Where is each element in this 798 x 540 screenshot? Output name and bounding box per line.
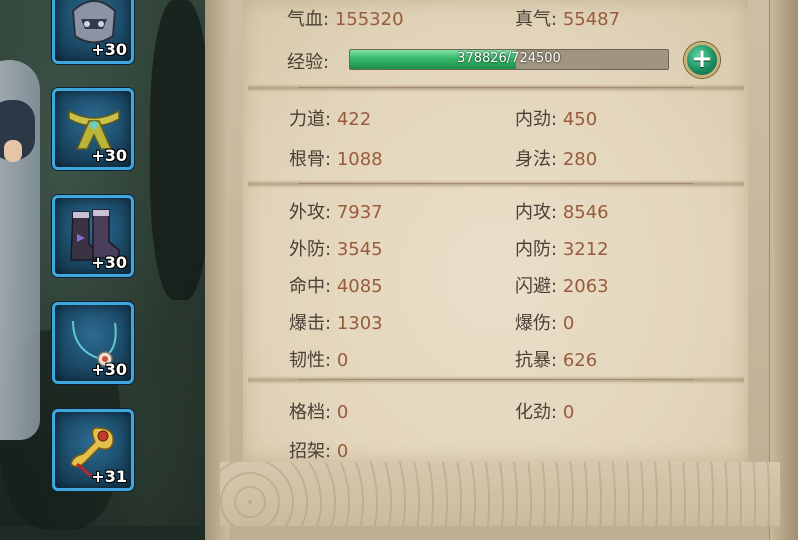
character-hand [4, 140, 22, 162]
tree-silhouette [150, 0, 210, 300]
enhance-level: +30 [91, 146, 127, 165]
equip-slot-helmet[interactable]: +30 [52, 0, 134, 64]
stat-int-attack: 内攻: 8546 [515, 202, 609, 223]
stat-hit: 命中: 4085 [289, 276, 383, 297]
exp-label: 经验: [287, 52, 330, 73]
stat-crit-resist: 抗暴: 626 [515, 350, 598, 371]
stat-block: 格档: 0 [289, 402, 349, 423]
stat-crit: 爆击: 1303 [289, 313, 383, 334]
stat-ext-attack: 外攻: 7937 [289, 202, 383, 223]
equip-slot-boots[interactable]: +30 [52, 195, 134, 277]
section-divider [248, 180, 744, 188]
stat-dissolve: 化劲: 0 [515, 402, 575, 423]
stat-int-defense: 内防: 3212 [515, 239, 609, 260]
cloud-pattern-decoration [220, 462, 780, 526]
section-divider [248, 376, 744, 384]
stat-ext-defense: 外防: 3545 [289, 239, 383, 260]
exp-progress-bar: 378826/724500 [349, 49, 669, 70]
stat-constitution: 根骨: 1088 [289, 149, 383, 170]
enhance-level: +30 [91, 253, 127, 272]
section-divider [248, 84, 744, 92]
plus-icon: + [691, 44, 713, 74]
enhance-level: +30 [91, 40, 127, 59]
stat-agility: 身法: 280 [515, 149, 598, 170]
stat-strength: 力道: 422 [289, 109, 372, 130]
equip-slot-belt[interactable]: +30 [52, 88, 134, 170]
enhance-level: +31 [91, 467, 127, 486]
stat-inner-power: 内劲: 450 [515, 109, 598, 130]
frame-edge-right [769, 0, 798, 540]
frame-edge-left [205, 0, 229, 540]
stat-parry: 招架: 0 [289, 441, 349, 462]
stat-crit-damage: 爆伤: 0 [515, 313, 575, 334]
enhance-level: +30 [91, 360, 127, 379]
equip-slot-pendant[interactable]: +31 [52, 409, 134, 491]
stat-hp: 气血: 155320 [287, 9, 404, 30]
exp-progress-text: 378826/724500 [457, 51, 561, 66]
add-exp-button[interactable]: + [684, 42, 720, 78]
stat-dodge: 闪避: 2063 [515, 276, 609, 297]
equip-slot-necklace[interactable]: +30 [52, 302, 134, 384]
stat-qi: 真气: 55487 [515, 9, 621, 30]
stat-toughness: 韧性: 0 [289, 350, 349, 371]
